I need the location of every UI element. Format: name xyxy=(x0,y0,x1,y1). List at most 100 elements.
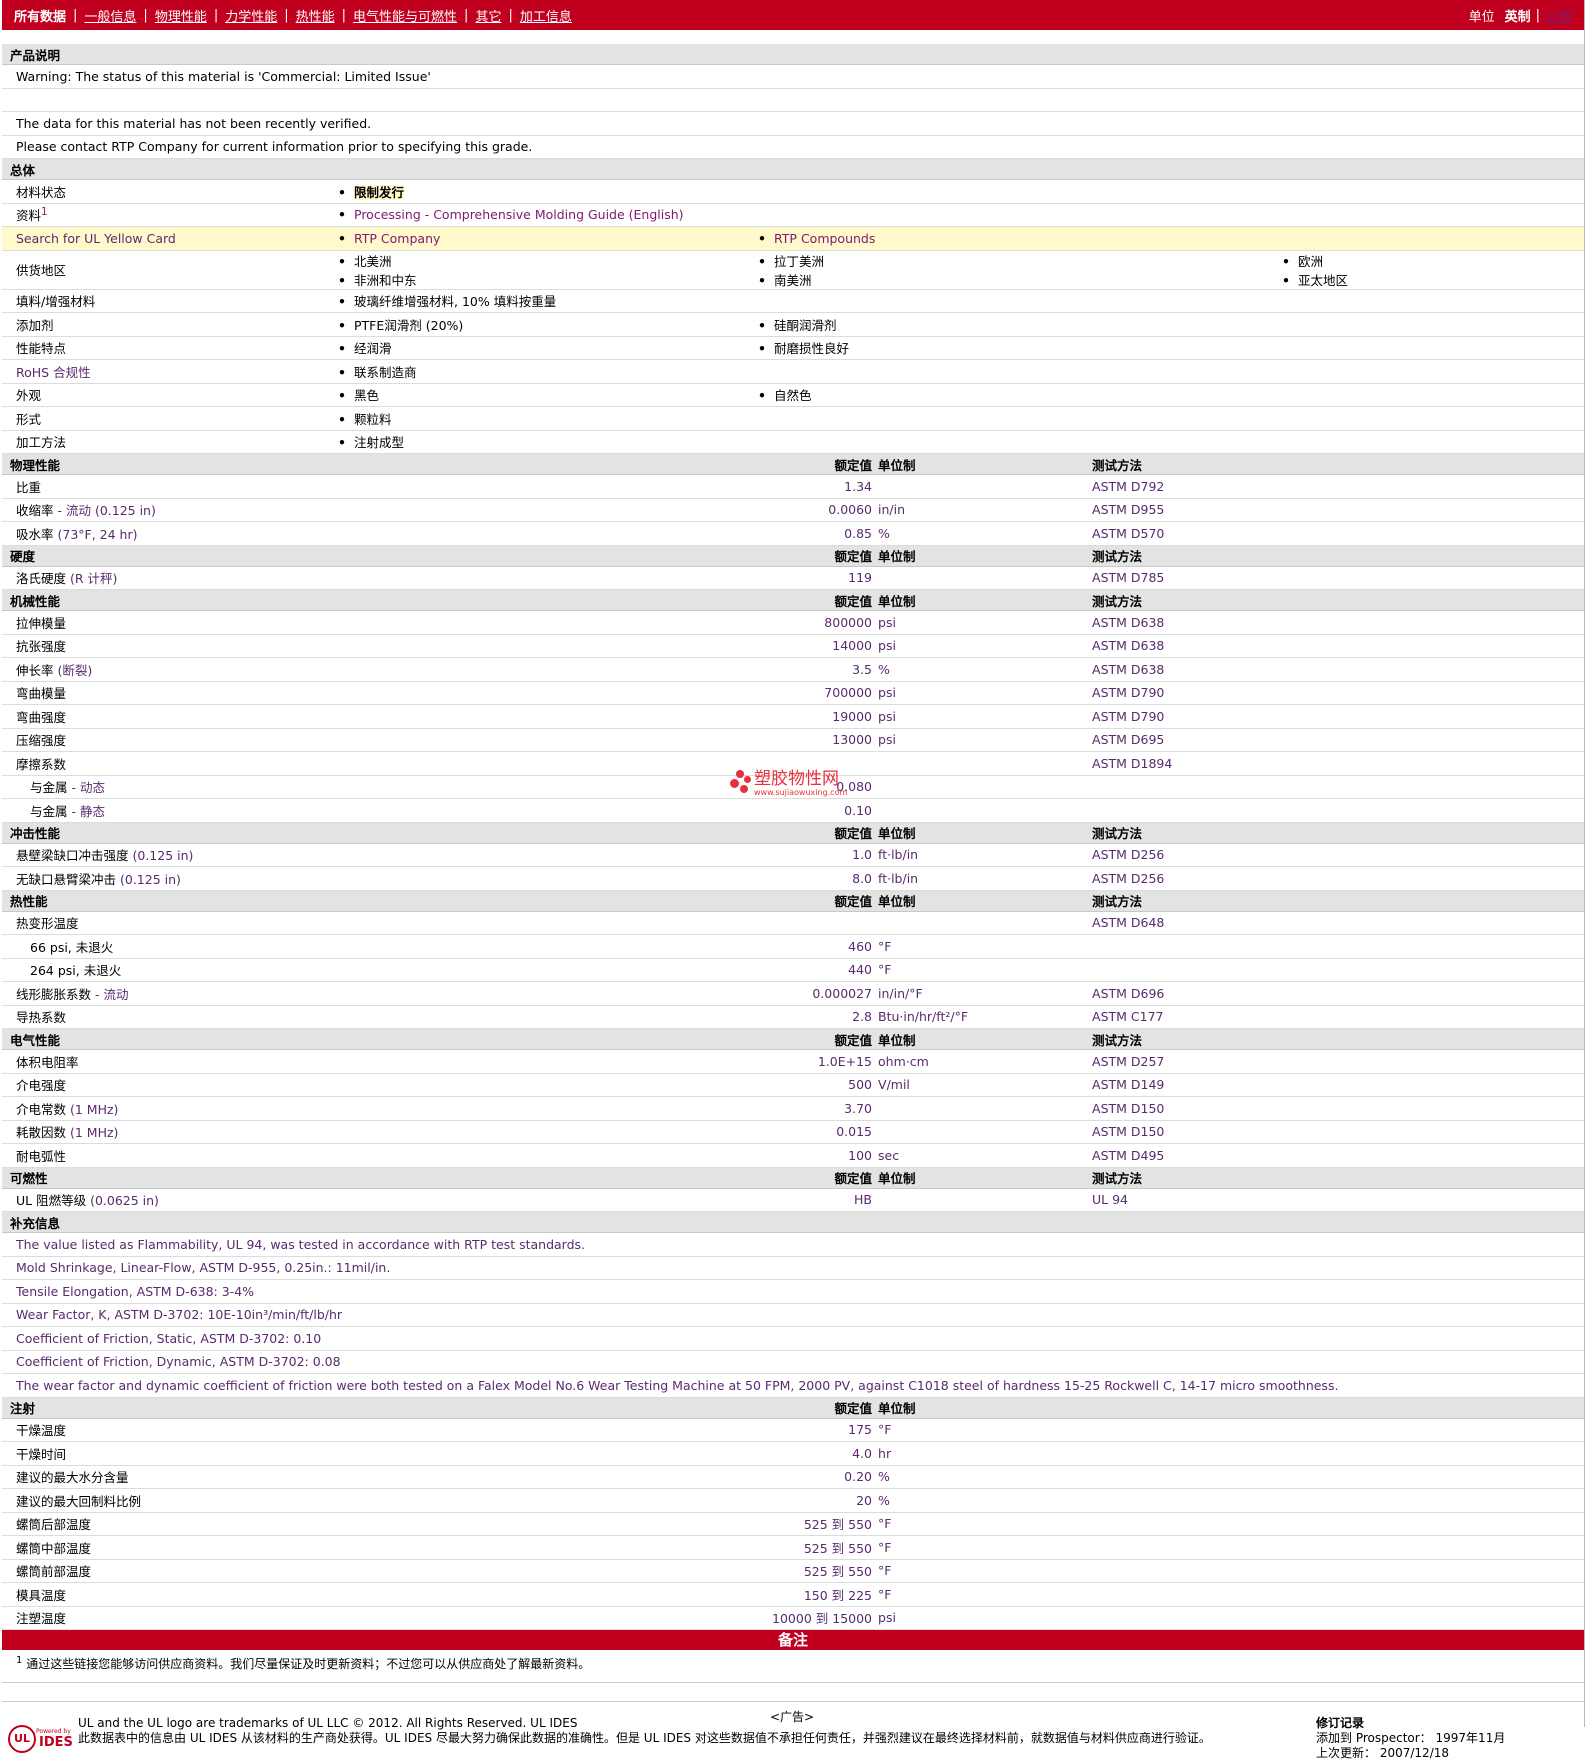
supplier-link[interactable]: RTP Compounds xyxy=(774,231,875,246)
text-line: The value listed as Flammability, UL 94,… xyxy=(2,1232,1585,1257)
header-value: 额定值 xyxy=(744,453,879,475)
bullet-cell: • 联系制造商 xyxy=(324,359,745,384)
footer-trademark: UL and the UL logo are trademarks of UL … xyxy=(78,1716,578,1730)
label-text: 资料 xyxy=(16,208,42,224)
general-row: 材料状态 • 限制发行 xyxy=(2,179,1585,204)
label-text: 耐电弧性 xyxy=(16,1148,67,1164)
processing-row: 螺筒中部温度 525 到 550 °F xyxy=(2,1535,1585,1560)
test-method: ASTM D150 xyxy=(1078,1096,1269,1121)
header-method: 测试方法 xyxy=(1078,589,1269,611)
tab-general-info[interactable]: 一般信息 xyxy=(77,6,143,25)
tab-all-data[interactable]: 所有数据 xyxy=(2,6,73,25)
header-unit: 单位制 xyxy=(878,822,1079,844)
empty-cell xyxy=(1268,822,1585,844)
bullet-icon: • xyxy=(338,364,346,380)
test-method: ASTM D638 xyxy=(1078,610,1269,635)
property-label: Search for UL Yellow Card xyxy=(2,226,324,251)
powered-by: Powered by xyxy=(36,1727,71,1735)
property-row: 弯曲强度 19000 psi ASTM D790 xyxy=(2,704,1585,729)
property-label: 形式 xyxy=(2,406,324,431)
property-label: 弯曲强度 xyxy=(2,704,745,729)
property-label: 资料1 xyxy=(2,203,324,227)
supplier-link[interactable]: Processing - Comprehensive Molding Guide… xyxy=(354,207,684,222)
empty-cell xyxy=(1078,1397,1585,1419)
property-unit xyxy=(878,775,1079,799)
property-row: 比重 1.34 ASTM D792 xyxy=(2,474,1585,499)
test-method: ASTM D257 xyxy=(1078,1049,1269,1074)
label-text: 材料状态 xyxy=(16,184,67,200)
label-text: 收缩率 xyxy=(16,503,54,519)
empty-cell xyxy=(1268,566,1585,590)
property-row: 66 psi, 未退火 460 °F xyxy=(2,934,1585,959)
tab-electrical[interactable]: 电气性能与可燃性 xyxy=(346,6,464,25)
property-unit: % xyxy=(878,1465,1079,1489)
supplier-link[interactable]: RTP Company xyxy=(354,231,440,246)
property-value: 4.0 xyxy=(744,1441,879,1466)
label-text[interactable]: Search for UL Yellow Card xyxy=(16,231,176,246)
footnote: 1 通过这些链接您能够访问供应商资料。我们尽量保证及时更新资料；不过您可以从供应… xyxy=(2,1650,1584,1683)
tab-mechanical[interactable]: 力学性能 xyxy=(218,6,284,25)
section-header: 硬度 额定值 单位制 测试方法 xyxy=(2,545,1585,567)
property-value: 525 到 550 xyxy=(744,1559,879,1583)
tab-other[interactable]: 其它 xyxy=(468,6,508,25)
empty-cell xyxy=(1268,1167,1585,1189)
section-title: 补充信息 xyxy=(2,1211,745,1233)
label-text: 填料/增强材料 xyxy=(16,294,96,310)
property-unit: °F xyxy=(878,1418,1079,1442)
header-unit: 单位制 xyxy=(878,589,1079,611)
section-header: 可燃性 额定值 单位制 测试方法 xyxy=(2,1167,1585,1189)
property-unit: psi xyxy=(878,681,1079,705)
bullet-icon: • xyxy=(1282,253,1291,269)
bullet-cell: • Processing - Comprehensive Molding Guid… xyxy=(324,203,745,227)
property-unit: psi xyxy=(878,610,1079,635)
text-line: Wear Factor, K, ASTM D-3702: 10E-10in³/m… xyxy=(2,1303,1585,1327)
bullet-cell xyxy=(744,406,1269,431)
bullet-cell: • 拉丁美洲 • 南美洲 xyxy=(744,250,1269,290)
property-value: 0.015 xyxy=(744,1120,879,1144)
unit-english[interactable]: 英制 xyxy=(1500,6,1536,25)
property-label: 干燥温度 xyxy=(2,1418,745,1442)
empty-cell xyxy=(1268,657,1585,682)
section-header: 机械性能 额定值 单位制 测试方法 xyxy=(2,589,1585,611)
tab-thermal[interactable]: 热性能 xyxy=(289,6,342,25)
tab-physical[interactable]: 物理性能 xyxy=(148,6,214,25)
bullet-cell xyxy=(1268,312,1585,337)
test-method: ASTM D256 xyxy=(1078,843,1269,867)
empty-cell xyxy=(744,158,1585,180)
property-label: 螺筒前部温度 xyxy=(2,1559,745,1583)
header-unit: 单位制 xyxy=(878,1167,1079,1189)
property-unit: psi xyxy=(878,704,1079,729)
property-label: RoHS 合规性 xyxy=(2,359,324,384)
property-unit: in/in/°F xyxy=(878,981,1079,1006)
empty-cell xyxy=(1268,589,1585,611)
empty-cell xyxy=(1078,1465,1585,1489)
bullet-cell xyxy=(1268,289,1585,313)
empty-cell xyxy=(1268,1188,1585,1212)
label-text: 66 psi, 未退火 xyxy=(30,939,114,955)
section-header: 电气性能 额定值 单位制 测试方法 xyxy=(2,1028,1585,1050)
property-unit: °F xyxy=(878,1535,1079,1560)
property-unit: ft·lb/in xyxy=(878,843,1079,867)
property-label: 比重 xyxy=(2,474,745,499)
property-unit: °F xyxy=(878,1559,1079,1583)
general-row: 资料1 • Processing - Comprehensive Molding G… xyxy=(2,203,1585,227)
property-label: 耗散因数 (1 MHz) xyxy=(2,1120,745,1144)
label-text: UL 阻燃等级 xyxy=(16,1193,87,1209)
processing-row: 螺筒后部温度 525 到 550 °F xyxy=(2,1512,1585,1536)
property-unit xyxy=(878,566,1079,590)
bullet-icon: • xyxy=(338,341,346,357)
property-label: 螺筒后部温度 xyxy=(2,1512,745,1536)
tab-processing[interactable]: 加工信息 xyxy=(513,6,579,25)
property-row: 吸水率 (73°F, 24 hr) 0.85% ASTM D570 xyxy=(2,521,1585,546)
text-line: The wear factor and dynamic coefficient … xyxy=(2,1373,1585,1398)
property-label: 加工方法 xyxy=(2,430,324,454)
section-title: 可燃性 xyxy=(2,1167,745,1189)
unit-metric[interactable]: 公制 xyxy=(1540,6,1576,25)
label-text: 抗张强度 xyxy=(16,639,67,655)
property-value: 175 xyxy=(744,1418,879,1442)
test-method: ASTM D1894 xyxy=(1078,751,1269,776)
property-value: 1.0E+15 xyxy=(744,1049,879,1074)
section-header: 注射 额定值 单位制 xyxy=(2,1397,1585,1419)
property-label: 压缩强度 xyxy=(2,728,745,752)
property-row: 导热系数 2.8 Btu·in/hr/ft²/°F ASTM C177 xyxy=(2,1005,1585,1029)
